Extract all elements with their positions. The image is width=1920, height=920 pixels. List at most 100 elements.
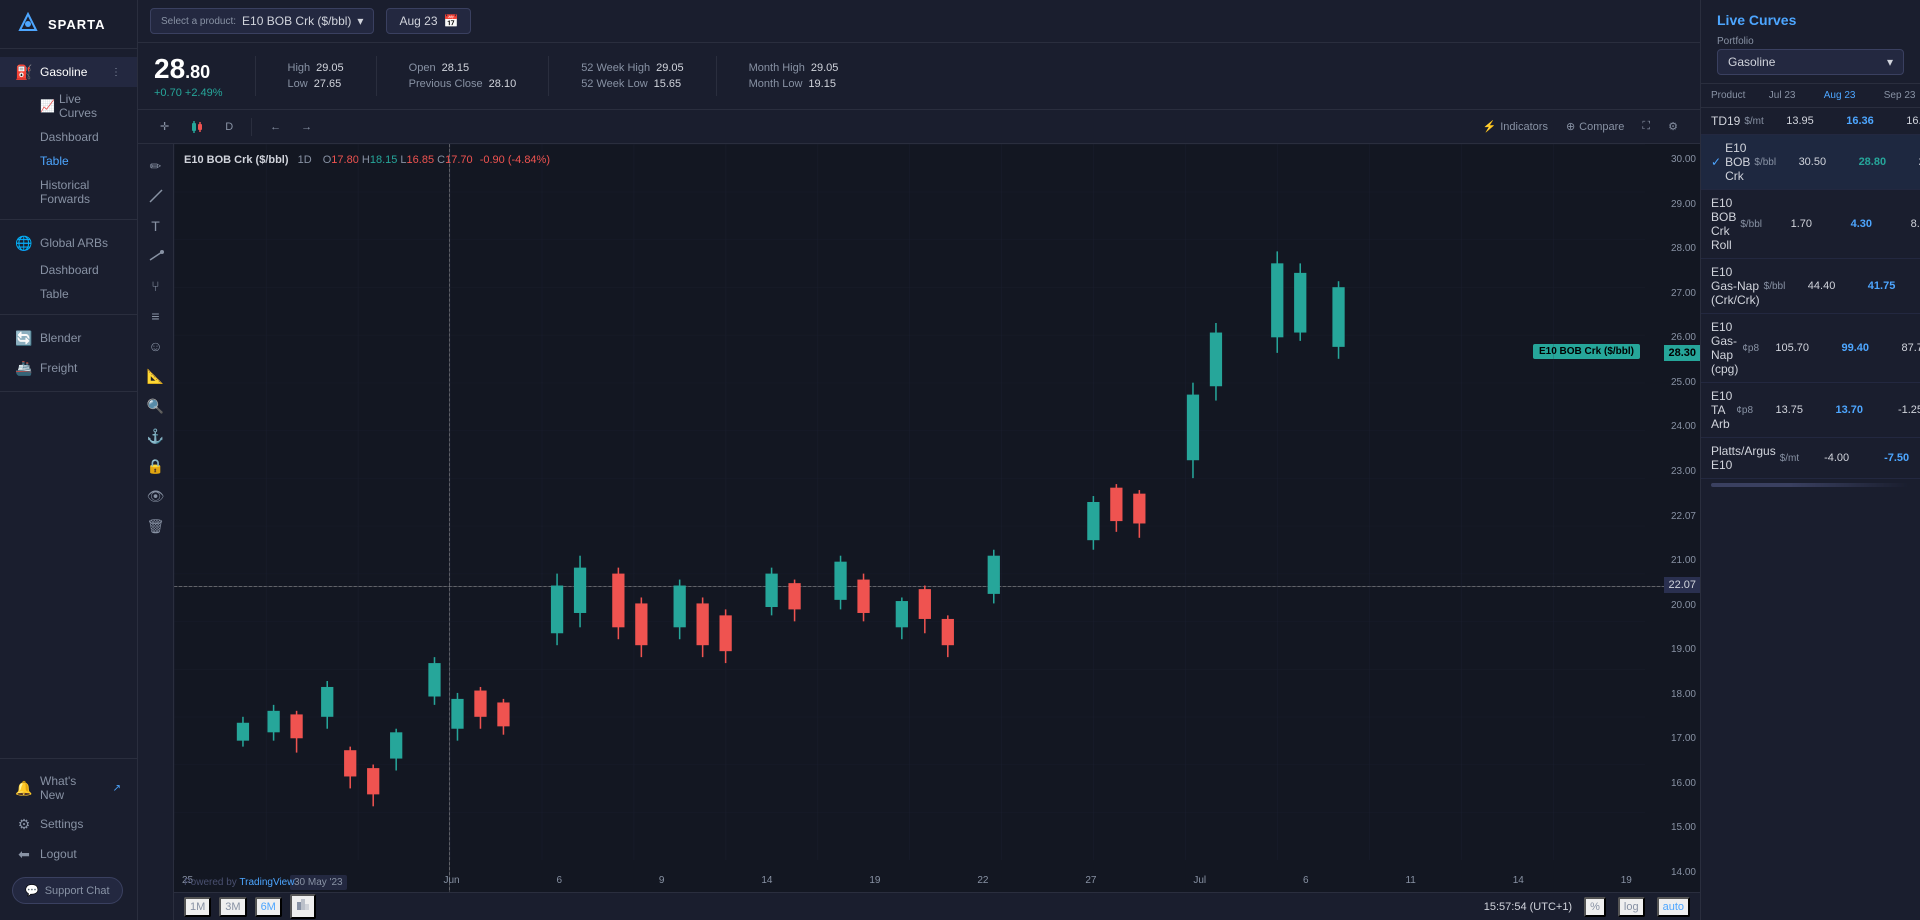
sidebar-item-settings[interactable]: ⚙ Settings bbox=[0, 809, 137, 839]
x-label-6b: 6 bbox=[1303, 875, 1309, 890]
emoji-tool[interactable]: ☺ bbox=[142, 332, 170, 360]
lock-tool[interactable]: 🔒 bbox=[142, 452, 170, 480]
candle-type-btn[interactable] bbox=[183, 117, 211, 137]
sidebar-logout-label: Logout bbox=[40, 847, 77, 861]
sidebar-section-tools: 🔄 Blender 🚢 Freight bbox=[0, 315, 137, 392]
table-row-gasnap-cpg[interactable]: E10 Gas-Nap (cpg) ¢p8 105.70 99.40 87.70… bbox=[1701, 314, 1920, 383]
price-integer: 28 bbox=[154, 53, 185, 84]
redo-btn[interactable]: → bbox=[295, 117, 318, 137]
trend-tool[interactable] bbox=[142, 242, 170, 270]
eye-tool[interactable]: 👁 bbox=[142, 482, 170, 510]
e10bob-aug: 28.80 bbox=[1826, 156, 1886, 168]
divider-4 bbox=[716, 56, 717, 96]
auto-toggle[interactable]: auto bbox=[1657, 897, 1690, 917]
product-selector[interactable]: Select a product: E10 BOB Crk ($/bbl) ▾ bbox=[150, 8, 374, 34]
y-label-14: 14.00 bbox=[1671, 867, 1696, 878]
portfolio-dropdown-icon: ▾ bbox=[1887, 55, 1893, 69]
platts-sep: -2.50 bbox=[1909, 452, 1920, 464]
sidebar-item-table-arbs[interactable]: Table bbox=[0, 282, 137, 306]
period-1m-btn[interactable]: 1M bbox=[184, 897, 211, 917]
row-name-platts: Platts/Argus E10 $/mt bbox=[1711, 444, 1799, 472]
right-panel: Live Curves Portfolio Gasoline ▾ Product… bbox=[1700, 0, 1920, 920]
sidebar-global-arbs-label: Global ARBs bbox=[40, 236, 108, 250]
crosshair-tool[interactable]: ✛ bbox=[154, 116, 175, 137]
fullscreen-btn[interactable]: ⛶ bbox=[1636, 116, 1656, 137]
sidebar-item-blender[interactable]: 🔄 Blender bbox=[0, 323, 137, 353]
compare-chart-btn[interactable] bbox=[290, 894, 316, 919]
table-row-ta-arb[interactable]: E10 TA Arb ¢p8 13.75 13.70 -1.25 bbox=[1701, 383, 1920, 438]
table-row-platts[interactable]: Platts/Argus E10 $/mt -4.00 -7.50 -2.50 … bbox=[1701, 438, 1920, 479]
stat-month-low-row: Month Low 19.15 bbox=[749, 78, 839, 90]
sidebar-item-whats-new[interactable]: 🔔 What's New ↗ bbox=[0, 767, 137, 809]
main-content: Select a product: E10 BOB Crk ($/bbl) ▾ … bbox=[138, 0, 1700, 920]
stat-open-prevclose: Open 28.15 Previous Close 28.10 bbox=[409, 62, 517, 90]
sidebar-item-dashboard[interactable]: Dashboard bbox=[0, 125, 137, 149]
row-name-e10bob: ✓ E10 BOB Crk $/bbl bbox=[1711, 141, 1776, 183]
portfolio-selector[interactable]: Gasoline ▾ bbox=[1717, 49, 1904, 75]
line-tool[interactable] bbox=[142, 182, 170, 210]
high-label: High bbox=[288, 62, 311, 74]
sidebar-item-live-curves[interactable]: 📈 Live Curves bbox=[0, 87, 137, 125]
platts-jul: -4.00 bbox=[1799, 452, 1849, 464]
toolbar-right: ⚡ Indicators ⊕ Compare ⛶ ⚙ bbox=[1477, 116, 1684, 137]
sidebar-section-global-arbs: 🌐 Global ARBs Dashboard Table bbox=[0, 220, 137, 315]
trend-icon bbox=[148, 248, 164, 264]
trash-tool[interactable]: 🗑 bbox=[142, 512, 170, 540]
month-low-value: 19.15 bbox=[808, 78, 836, 90]
sidebar-item-dashboard-arbs[interactable]: Dashboard bbox=[0, 258, 137, 282]
expand-icon: ⋮ bbox=[111, 67, 121, 78]
undo-btn[interactable]: ← bbox=[264, 117, 287, 137]
settings-chart-btn[interactable]: ⚙ bbox=[1662, 116, 1684, 137]
y-label-22: 22.07 bbox=[1671, 511, 1696, 522]
ta-arb-unit: ¢p8 bbox=[1736, 405, 1753, 416]
magnet-tool[interactable]: ⚓ bbox=[142, 422, 170, 450]
tradingview-link[interactable]: TradingView bbox=[239, 877, 294, 888]
52low-value: 15.65 bbox=[654, 78, 682, 90]
support-chat-button[interactable]: 💬 Support Chat bbox=[12, 877, 123, 904]
candle-icon bbox=[189, 121, 205, 133]
blender-icon: 🔄 bbox=[16, 330, 32, 346]
table-row-gasnap-crk[interactable]: E10 Gas-Nap (Crk/Crk) $/bbl 44.40 41.75 … bbox=[1701, 259, 1920, 314]
y-label-15: 15.00 bbox=[1671, 822, 1696, 833]
compare-chart-icon bbox=[296, 898, 310, 912]
table-row-td19[interactable]: TD19 $/mt 13.95 16.36 16.36 1 bbox=[1701, 108, 1920, 135]
text-tool[interactable]: T bbox=[142, 212, 170, 240]
sidebar-item-gasoline[interactable]: ⛽ Gasoline ⋮ bbox=[0, 57, 137, 87]
e10roll-name: E10 BOB Crk Roll bbox=[1711, 196, 1736, 252]
sidebar-item-freight[interactable]: 🚢 Freight bbox=[0, 353, 137, 383]
channel-tool[interactable]: ≡ bbox=[142, 302, 170, 330]
price-section: 28.80 +0.70 +2.49% High 29.05 Low 27.65 bbox=[138, 43, 1700, 110]
gasnap-crk-sep: 36.80 bbox=[1895, 280, 1920, 292]
stat-prev-close-row: Previous Close 28.10 bbox=[409, 78, 517, 90]
y-label-18: 18.00 bbox=[1671, 689, 1696, 700]
stat-low-row: Low 27.65 bbox=[288, 78, 344, 90]
sidebar-item-historical-forwards[interactable]: Historical Forwards bbox=[0, 173, 137, 211]
td19-sep: 16.36 bbox=[1874, 115, 1920, 127]
table-row-e10roll[interactable]: E10 BOB Crk Roll $/bbl 1.70 4.30 8.20 bbox=[1701, 190, 1920, 259]
open-label: Open bbox=[409, 62, 436, 74]
period-6m-btn[interactable]: 6M bbox=[255, 897, 282, 917]
e10bob-jul: 30.50 bbox=[1776, 156, 1826, 168]
row-name-e10roll: E10 BOB Crk Roll $/bbl bbox=[1711, 196, 1762, 252]
sidebar-item-logout[interactable]: ⬅ Logout bbox=[0, 839, 137, 869]
date-selector[interactable]: Aug 23 📅 bbox=[386, 8, 471, 34]
platts-aug: -7.50 bbox=[1849, 452, 1909, 464]
percent-toggle[interactable]: % bbox=[1584, 897, 1606, 917]
interval-btn[interactable]: D bbox=[219, 117, 239, 137]
indicators-btn[interactable]: ⚡ Indicators bbox=[1477, 116, 1554, 137]
sidebar-item-table[interactable]: Table bbox=[0, 149, 137, 173]
fork-tool[interactable]: ⑂ bbox=[142, 272, 170, 300]
table-row-e10bob[interactable]: ✓ E10 BOB Crk $/bbl 30.50 28.80 24.55 1 bbox=[1701, 135, 1920, 190]
compare-btn[interactable]: ⊕ Compare bbox=[1560, 116, 1630, 137]
high-value: 29.05 bbox=[316, 62, 344, 74]
log-toggle[interactable]: log bbox=[1618, 897, 1645, 917]
period-3m-btn[interactable]: 3M bbox=[219, 897, 246, 917]
sidebar-table-label: Table bbox=[40, 154, 69, 168]
col-aug23: Aug 23 bbox=[1795, 90, 1855, 101]
pencil-tool[interactable]: ✏ bbox=[142, 152, 170, 180]
candlestick-chart bbox=[174, 144, 1645, 860]
ruler-tool[interactable]: 📐 bbox=[142, 362, 170, 390]
sidebar-item-global-arbs[interactable]: 🌐 Global ARBs bbox=[0, 228, 137, 258]
zoom-tool[interactable]: 🔍 bbox=[142, 392, 170, 420]
sparta-logo-icon bbox=[16, 12, 40, 36]
